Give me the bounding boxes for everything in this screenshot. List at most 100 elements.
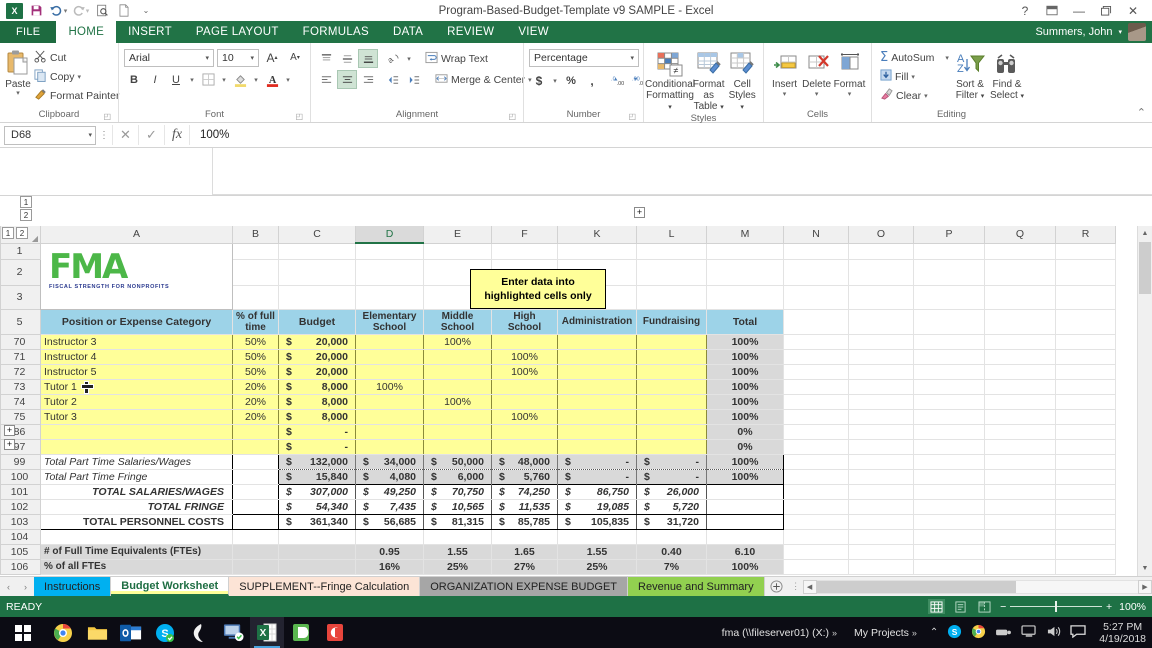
orientation-dropdown[interactable]: ▾	[404, 49, 414, 68]
cell-C105[interactable]	[279, 544, 356, 559]
column-header-D[interactable]: D	[356, 226, 424, 243]
insert-function-icon[interactable]: fx	[164, 125, 190, 145]
column-header-O[interactable]: O	[849, 226, 914, 243]
cell-blank-106-1[interactable]	[849, 559, 914, 574]
cancel-edit-icon[interactable]: ✕	[112, 125, 138, 145]
cell-blank-100-1[interactable]	[849, 469, 914, 484]
cell-M70[interactable]: 100%	[707, 334, 784, 349]
cell-R5[interactable]	[1056, 309, 1116, 334]
cell-D106[interactable]: 16%	[356, 559, 424, 574]
font-color-icon[interactable]: A	[262, 70, 282, 89]
font-size-select[interactable]: 10▾	[217, 49, 259, 67]
cell-B70[interactable]: 50%	[233, 334, 279, 349]
cell-D97[interactable]	[356, 439, 424, 454]
cell-L102[interactable]: $5,720	[637, 499, 707, 514]
column-header-C[interactable]: C	[279, 226, 356, 243]
cell-blank-97-2[interactable]	[914, 439, 985, 454]
cell-M101[interactable]	[707, 484, 784, 499]
format-as-table-button[interactable]: Format as Table ▾	[691, 47, 726, 113]
percent-style-button[interactable]: %	[561, 71, 581, 90]
decrease-font-size-button[interactable]: A▾	[285, 48, 305, 67]
cell-blank-106-2[interactable]	[914, 559, 985, 574]
cell-blank-75-0[interactable]	[784, 409, 849, 424]
confirm-edit-icon[interactable]: ✓	[138, 125, 164, 145]
cell-blank-72-1[interactable]	[849, 364, 914, 379]
cell-C2[interactable]	[279, 259, 356, 285]
cell-blank-102-3[interactable]	[985, 499, 1056, 514]
cell-A102[interactable]: TOTAL FRINGE	[41, 499, 233, 514]
italic-button[interactable]: I	[145, 70, 165, 89]
cell-M105[interactable]: 6.10	[707, 544, 784, 559]
cell-blank-70-2[interactable]	[914, 334, 985, 349]
cell-E97[interactable]	[424, 439, 492, 454]
cell-C103[interactable]: $361,340	[279, 514, 356, 529]
column-header-N[interactable]: N	[784, 226, 849, 243]
cell-K97[interactable]	[558, 439, 637, 454]
row-header-74[interactable]: 74	[1, 394, 41, 409]
row-header-102[interactable]: 102	[1, 499, 41, 514]
cell-F70[interactable]	[492, 334, 558, 349]
column-header-A[interactable]: A	[41, 226, 233, 243]
cell-D105[interactable]: 0.95	[356, 544, 424, 559]
cell-P3[interactable]	[914, 285, 985, 309]
expand-group-button-97[interactable]: +	[4, 439, 15, 450]
autosum-button[interactable]: Σ AutoSum ▾	[877, 48, 952, 67]
cell-blank-72-3[interactable]	[985, 364, 1056, 379]
cell-L72[interactable]	[637, 364, 707, 379]
align-bottom-button[interactable]	[358, 49, 378, 68]
column-header-B[interactable]: B	[233, 226, 279, 243]
tab-home[interactable]: HOME	[56, 21, 116, 43]
cell-blank-97-0[interactable]	[784, 439, 849, 454]
conditional-formatting-button[interactable]: ≠ Conditional Formatting ▾	[649, 47, 691, 113]
clipboard-dialog-launcher[interactable]: ◰	[103, 112, 111, 121]
cell-blank-104-0[interactable]	[784, 529, 849, 544]
wrap-text-button[interactable]: Wrap Text	[422, 49, 491, 68]
scroll-down-arrow[interactable]: ▼	[1138, 561, 1152, 576]
cell-E72[interactable]	[424, 364, 492, 379]
cell-K74[interactable]	[558, 394, 637, 409]
vertical-scroll-thumb[interactable]	[1139, 242, 1151, 294]
cell-E74[interactable]: 100%	[424, 394, 492, 409]
cell-L105[interactable]: 0.40	[637, 544, 707, 559]
orientation-icon[interactable]: a	[383, 49, 403, 68]
cell-D101[interactable]: $49,250	[356, 484, 424, 499]
cell-blank-100-3[interactable]	[985, 469, 1056, 484]
network-tray-icon[interactable]	[995, 625, 1012, 641]
accounting-format-button[interactable]: $	[529, 71, 549, 90]
cell-K72[interactable]	[558, 364, 637, 379]
row-header-2[interactable]: 2	[1, 259, 41, 285]
cell-A74[interactable]: Tutor 2	[41, 394, 233, 409]
start-button[interactable]	[0, 617, 46, 648]
cell-blank-103-1[interactable]	[849, 514, 914, 529]
horizontal-scroll-thumb[interactable]	[817, 581, 1016, 593]
font-color-dropdown[interactable]: ▾	[283, 70, 293, 89]
cell-P1[interactable]	[914, 243, 985, 259]
row-header-105[interactable]: 105	[1, 544, 41, 559]
cell-A72[interactable]: Instructor 5	[41, 364, 233, 379]
cell-blank-86-1[interactable]	[849, 424, 914, 439]
cell-A73[interactable]: Tutor 1	[41, 379, 233, 394]
cell-D86[interactable]	[356, 424, 424, 439]
cell-E1[interactable]	[424, 243, 492, 259]
align-center-button[interactable]	[337, 70, 357, 89]
cell-B103[interactable]	[233, 514, 279, 529]
insert-cells-button[interactable]: Insert ▾	[769, 47, 800, 98]
tab-insert[interactable]: INSERT	[116, 21, 184, 43]
onenote-icon[interactable]	[284, 617, 318, 648]
cell-A86[interactable]	[41, 424, 233, 439]
cell-R3[interactable]	[1056, 285, 1116, 309]
outline-level-2-button[interactable]: 2	[20, 209, 32, 221]
window-button-fma[interactable]: fma (\\fileserver01) (X:) »	[718, 627, 841, 639]
cell-M104[interactable]	[707, 529, 784, 544]
cell-C86[interactable]: $-	[279, 424, 356, 439]
sheet-tab-3[interactable]: ORGANIZATION EXPENSE BUDGET	[420, 577, 628, 596]
cell-A97[interactable]	[41, 439, 233, 454]
cell-M2[interactable]	[707, 259, 784, 285]
cell-M75[interactable]: 100%	[707, 409, 784, 424]
cell-blank-75-2[interactable]	[914, 409, 985, 424]
cell-blank-104-3[interactable]	[985, 529, 1056, 544]
row-header-5[interactable]: 5	[1, 309, 41, 334]
cell-Q1[interactable]	[985, 243, 1056, 259]
cell-F99[interactable]: $48,000	[492, 454, 558, 469]
cell-C70[interactable]: $20,000	[279, 334, 356, 349]
